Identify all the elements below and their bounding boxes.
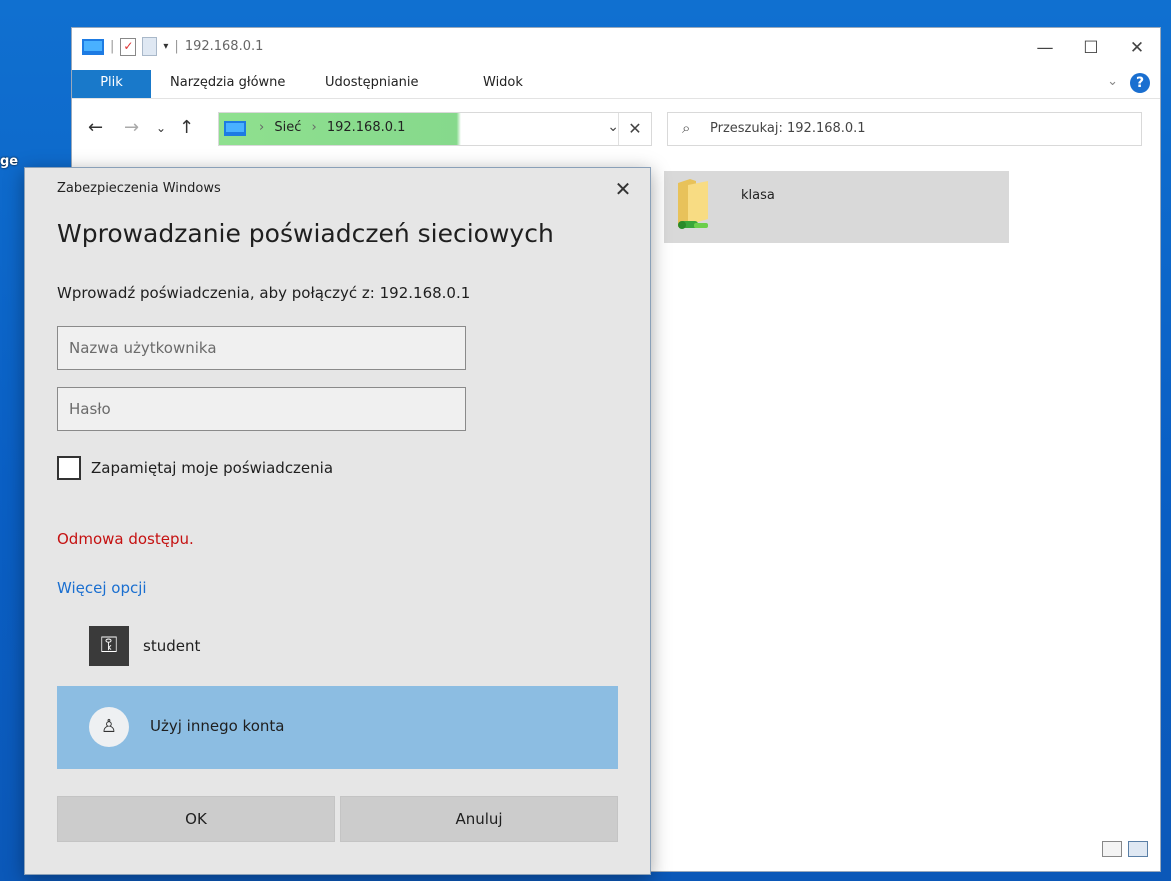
account-option-student[interactable]: ⚿ student (89, 626, 200, 666)
breadcrumb-network[interactable]: Sieć (274, 120, 301, 135)
computer-icon (82, 38, 104, 55)
large-icons-view-icon[interactable] (1128, 841, 1148, 857)
tab-plik[interactable]: Plik (72, 70, 151, 98)
cancel-button[interactable]: Anuluj (340, 796, 618, 842)
properties-icon[interactable]: ✓ (120, 37, 137, 56)
customize-toolbar-icon[interactable]: ▾ (163, 41, 168, 52)
tab-home[interactable]: Narzędzia główne (170, 70, 285, 98)
remember-credentials-checkbox[interactable]: Zapamiętaj moje poświadczenia (57, 456, 333, 480)
credentials-dialog: Zabezpieczenia Windows ✕ Wprowadzanie po… (24, 167, 651, 875)
remember-label: Zapamiętaj moje poświadczenia (91, 459, 334, 477)
username-field[interactable] (57, 326, 466, 370)
recent-locations-button[interactable]: ⌄ (156, 121, 166, 135)
view-switcher (1102, 841, 1148, 857)
navigation-bar: ← → ⌄ ↑ › Sieć › 192.168.0.1 ⌄ ✕ ⌕ Przes… (72, 105, 1160, 155)
search-icon: ⌕ (682, 119, 691, 137)
account-name: Użyj innego konta (150, 717, 285, 735)
desktop-icon-label[interactable]: ge (0, 154, 18, 169)
breadcrumb-host[interactable]: 192.168.0.1 (327, 120, 406, 135)
forward-button[interactable]: → (124, 117, 139, 138)
folder-name: klasa (741, 188, 775, 203)
back-button[interactable]: ← (88, 117, 103, 138)
tab-view[interactable]: Widok (483, 70, 523, 98)
dialog-title: Wprowadzanie poświadczeń sieciowych (57, 219, 554, 248)
search-placeholder: Przeszukaj: 192.168.0.1 (710, 121, 866, 136)
quick-access-toolbar: | ✓ ▾ | 192.168.0.1 (82, 37, 263, 56)
minimize-button[interactable]: — (1022, 28, 1068, 68)
close-dialog-button[interactable]: ✕ (610, 176, 636, 202)
network-folder-icon (678, 179, 708, 229)
close-window-button[interactable]: ✕ (1114, 28, 1160, 68)
more-options-link[interactable]: Więcej opcji (57, 579, 147, 597)
stop-icon[interactable]: ✕ (618, 113, 651, 145)
title-bar: | ✓ ▾ | 192.168.0.1 — ☐ ✕ (72, 28, 1160, 70)
details-view-icon[interactable] (1102, 841, 1122, 857)
address-bar[interactable]: › Sieć › 192.168.0.1 ⌄ ✕ (218, 112, 652, 146)
ok-button[interactable]: OK (57, 796, 335, 842)
checkbox-box[interactable] (57, 456, 81, 480)
error-message: Odmowa dostępu. (57, 530, 194, 548)
help-icon[interactable]: ? (1130, 73, 1150, 93)
ribbon-tabs: Plik Narzędzia główne Udostępnianie Wido… (72, 70, 1160, 99)
folder-item[interactable]: klasa (664, 171, 1009, 243)
computer-icon (224, 121, 246, 136)
up-button[interactable]: ↑ (179, 117, 194, 138)
search-box[interactable]: ⌕ Przeszukaj: 192.168.0.1 (667, 112, 1142, 146)
account-option-other[interactable]: ♙ Użyj innego konta (57, 686, 618, 769)
dialog-caption: Zabezpieczenia Windows (57, 181, 221, 196)
window-title: 192.168.0.1 (184, 39, 264, 54)
expand-ribbon-icon[interactable]: ⌄ (1107, 74, 1118, 89)
password-field[interactable] (57, 387, 466, 431)
key-icon: ⚿ (89, 626, 129, 666)
maximize-button[interactable]: ☐ (1068, 28, 1114, 68)
new-folder-icon[interactable] (142, 37, 158, 56)
account-name: student (143, 637, 201, 655)
tab-share[interactable]: Udostępnianie (325, 70, 419, 98)
user-icon: ♙ (89, 707, 129, 747)
dialog-message: Wprowadź poświadczenia, aby połączyć z: … (57, 284, 471, 302)
